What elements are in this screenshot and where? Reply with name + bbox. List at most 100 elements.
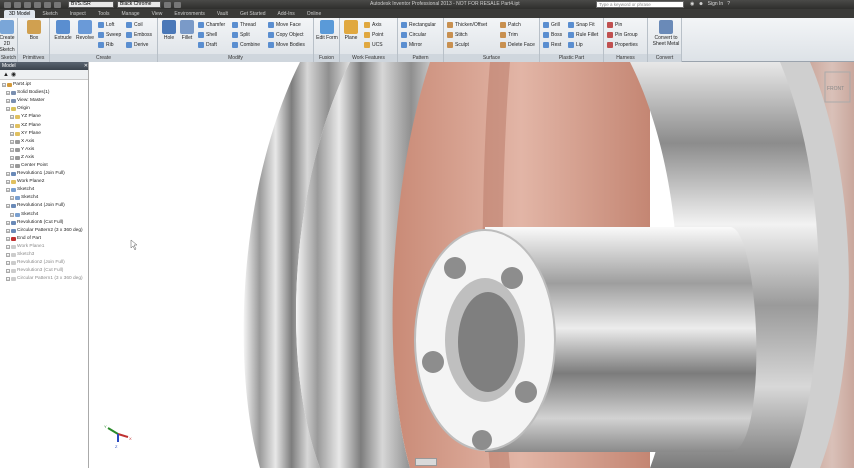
browser-node[interactable]: + Sketch3	[0, 251, 88, 259]
browser-node[interactable]: + X Axis	[0, 138, 88, 146]
save-icon[interactable]	[24, 1, 31, 8]
draft-button[interactable]: Draft	[198, 40, 217, 49]
circular-button[interactable]: Circular	[401, 30, 426, 39]
browser-node[interactable]: + Sketch4	[0, 194, 88, 202]
expand-toggle-icon[interactable]: +	[6, 269, 10, 274]
tab-sketch[interactable]: Sketch	[37, 10, 62, 18]
expand-toggle-icon[interactable]: +	[2, 83, 6, 88]
open-icon[interactable]	[14, 1, 21, 8]
expand-toggle-icon[interactable]: +	[10, 196, 14, 201]
expand-toggle-icon[interactable]: +	[6, 204, 10, 209]
coil-button[interactable]: Coil	[126, 20, 143, 29]
mirror-button[interactable]: Mirror	[401, 40, 422, 49]
undo-icon[interactable]	[34, 1, 41, 8]
box-button[interactable]: Box	[23, 20, 45, 41]
browser-node[interactable]: + Revolution4 (Join Full)	[0, 202, 88, 210]
browser-node[interactable]: + Part4.ipt	[0, 81, 88, 89]
emboss-button[interactable]: Emboss	[126, 30, 152, 39]
delete-face-button[interactable]: Delete Face	[500, 40, 535, 49]
browser-node[interactable]: + Y Axis	[0, 146, 88, 154]
expand-toggle-icon[interactable]: +	[6, 107, 10, 112]
expand-toggle-icon[interactable]: +	[10, 147, 14, 152]
loft-button[interactable]: Loft	[98, 20, 114, 29]
tab-get-started[interactable]: Get Started	[235, 10, 271, 18]
browser-node[interactable]: + Sketch4	[0, 211, 88, 219]
browser-node[interactable]: + Revolution3 (Cut Full)	[0, 267, 88, 275]
tab-vault[interactable]: Vault	[212, 10, 233, 18]
browser-close-icon[interactable]: ✕	[84, 62, 88, 70]
revolve-button[interactable]: Revolve	[74, 20, 96, 41]
new-icon[interactable]	[4, 1, 11, 8]
rib-button[interactable]: Rib	[98, 40, 114, 49]
combine-button[interactable]: Combine	[232, 40, 260, 49]
thread-button[interactable]: Thread	[232, 20, 256, 29]
select-icon[interactable]	[54, 1, 61, 8]
help-icon[interactable]: ?	[727, 1, 730, 7]
expand-toggle-icon[interactable]: +	[6, 244, 10, 249]
browser-node[interactable]: + XZ Plane	[0, 121, 88, 129]
expand-toggle-icon[interactable]: +	[6, 99, 10, 104]
browser-node[interactable]: + Sketch4	[0, 186, 88, 194]
browser-node[interactable]: + Center Point	[0, 162, 88, 170]
pin-group-button[interactable]: Pin Group	[607, 30, 638, 39]
grill-button[interactable]: Grill	[543, 20, 560, 29]
expand-toggle-icon[interactable]: +	[6, 180, 10, 185]
tab-inspect[interactable]: Inspect	[65, 10, 91, 18]
extrude-button[interactable]: Extrude	[52, 20, 74, 41]
browser-node[interactable]: + Circular Pattern2 (3 x 360 deg)	[0, 227, 88, 235]
binoculars-icon[interactable]: ◉	[690, 1, 694, 7]
expand-toggle-icon[interactable]: +	[6, 228, 10, 233]
rectangular-button[interactable]: Rectangular	[401, 20, 436, 29]
lip-button[interactable]: Lip	[568, 40, 583, 49]
expand-toggle-icon[interactable]: +	[6, 91, 10, 96]
pin-button[interactable]: Pin	[607, 20, 622, 29]
point-button[interactable]: Point	[364, 30, 383, 39]
boss-button[interactable]: Boss	[543, 30, 562, 39]
browser-node[interactable]: + Z Axis	[0, 154, 88, 162]
expand-toggle-icon[interactable]: +	[6, 253, 10, 258]
patch-button[interactable]: Patch	[500, 20, 521, 29]
expand-toggle-icon[interactable]: +	[6, 277, 10, 282]
convert-sheet-metal-button[interactable]: Convert to Sheet Metal	[652, 20, 680, 47]
browser-node[interactable]: + XY Plane	[0, 130, 88, 138]
tab-online[interactable]: Online	[302, 10, 326, 18]
expand-toggle-icon[interactable]: +	[10, 155, 14, 160]
snap-fit-button[interactable]: Snap Fit	[568, 20, 595, 29]
tab-tools[interactable]: Tools	[93, 10, 115, 18]
expand-toggle-icon[interactable]: +	[10, 115, 14, 120]
trim-button[interactable]: Trim	[500, 30, 518, 39]
derive-button[interactable]: Derive	[126, 40, 148, 49]
rule-fillet-button[interactable]: Rule Fillet	[568, 30, 598, 39]
properties-button[interactable]: Properties	[607, 40, 638, 49]
copy-object-button[interactable]: Copy Object	[268, 30, 304, 39]
move-face-button[interactable]: Move Face	[268, 20, 301, 29]
tab-environments[interactable]: Environments	[169, 10, 210, 18]
tab-manage[interactable]: Manage	[117, 10, 145, 18]
chamfer-button[interactable]: Chamfer	[198, 20, 225, 29]
browser-node[interactable]: + View: Master	[0, 97, 88, 105]
shell-button[interactable]: Shell	[198, 30, 217, 39]
rest-button[interactable]: Rest	[543, 40, 561, 49]
expand-toggle-icon[interactable]: +	[6, 261, 10, 266]
split-button[interactable]: Split	[232, 30, 250, 39]
sweep-button[interactable]: Sweep	[98, 30, 121, 39]
tab-3d-model[interactable]: 3D Model	[4, 10, 36, 18]
sign-in-link[interactable]: Sign In	[708, 1, 724, 7]
design-view-combo[interactable]: BVS.ISR	[68, 1, 114, 8]
browser-node[interactable]: + Revolution2 (Join Full)	[0, 259, 88, 267]
expand-toggle-icon[interactable]: +	[10, 163, 14, 168]
axis-button[interactable]: Axis	[364, 20, 381, 29]
expand-toggle-icon[interactable]: +	[10, 212, 14, 217]
sculpt-button[interactable]: Sculpt	[447, 40, 469, 49]
tab-add-ins[interactable]: Add-Ins	[273, 10, 300, 18]
expand-toggle-icon[interactable]: +	[10, 139, 14, 144]
ucs-button[interactable]: UCS	[364, 40, 383, 49]
create-sketch-button[interactable]: Create 2D Sketch	[0, 20, 18, 53]
expand-toggle-icon[interactable]: +	[6, 236, 10, 241]
expand-toggle-icon[interactable]: +	[10, 123, 14, 128]
expand-toggle-icon[interactable]: +	[6, 188, 10, 193]
expand-toggle-icon[interactable]: +	[6, 172, 10, 177]
material-combo[interactable]: Black Chrome	[117, 1, 161, 8]
browser-node[interactable]: + Work Plane1	[0, 243, 88, 251]
user-icon[interactable]: ☻	[698, 1, 703, 7]
